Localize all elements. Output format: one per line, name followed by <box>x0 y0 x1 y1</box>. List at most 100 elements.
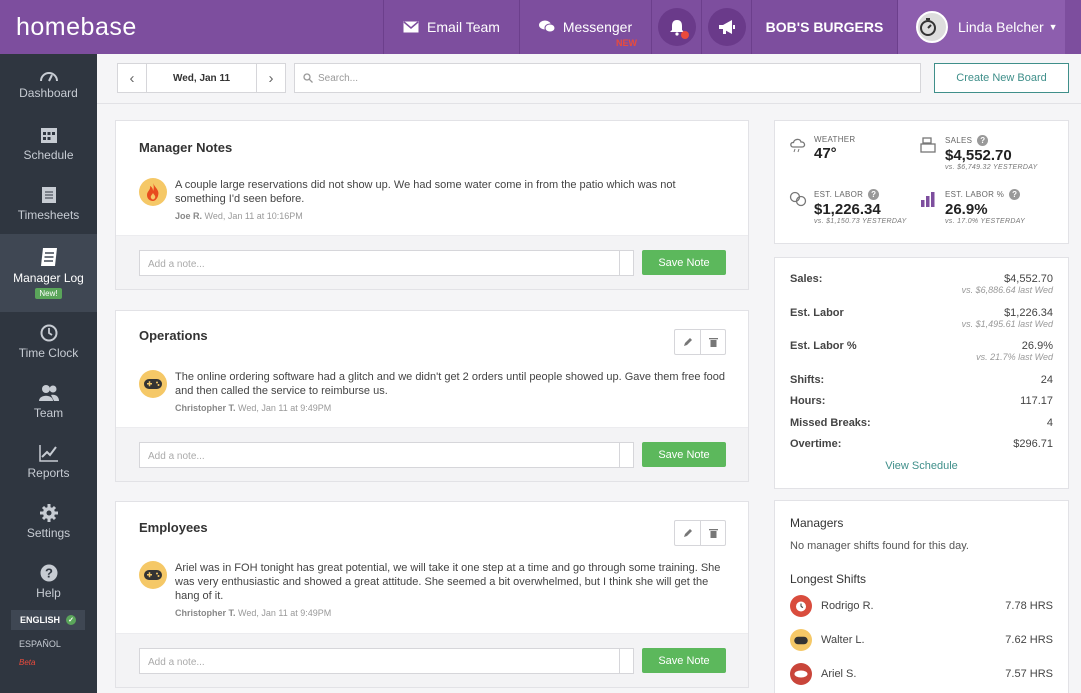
labor-comparison: vs. $1,150.73 YESTERDAY <box>814 218 907 225</box>
row-value: 4 <box>1046 417 1053 429</box>
sidebar-item-label: Team <box>33 406 64 420</box>
prev-day-button[interactable]: ‹ <box>118 64 146 92</box>
sidebar-item-label: Reports <box>27 466 70 480</box>
email-team-button[interactable]: Email Team <box>383 0 519 54</box>
messenger-button[interactable]: Messenger NEW <box>519 0 651 54</box>
dashboard-icon <box>39 72 58 82</box>
board-manager-notes: Manager Notes A couple large reservation… <box>115 120 749 290</box>
note-item: Ariel was in FOH tonight has great poten… <box>139 561 728 618</box>
save-note-button[interactable]: Save Note <box>642 442 726 467</box>
help-icon[interactable]: ? <box>977 135 989 146</box>
shift-row: Rodrigo R. 7.78 HRS <box>790 595 1053 617</box>
resize-handle[interactable] <box>619 649 633 673</box>
megaphone-icon <box>718 20 735 34</box>
note-item: The online ordering software had a glitc… <box>139 370 728 413</box>
help-icon[interactable]: ? <box>868 189 880 200</box>
user-name: Linda Belcher <box>958 19 1044 35</box>
sidebar-item-reports[interactable]: Reports <box>0 432 97 492</box>
labor-label: EST. LABOR <box>814 190 864 199</box>
resize-handle[interactable] <box>619 443 633 467</box>
help-icon[interactable]: ? <box>1009 189 1021 200</box>
summary-card: Sales: $4,552.70 vs. $6,886.64 last Wed Es… <box>774 257 1069 489</box>
business-selector[interactable]: BOB'S BURGERS <box>751 0 897 54</box>
delete-button[interactable] <box>700 330 725 354</box>
shift-hours: 7.62 HRS <box>1005 634 1053 646</box>
note-meta: Joe R. Wed, Jan 11 at 10:16PM <box>175 211 728 221</box>
language-spanish[interactable]: ESPAÑOL <box>19 639 61 649</box>
check-icon: ✓ <box>66 615 77 625</box>
resize-handle[interactable] <box>619 251 633 275</box>
save-note-button[interactable]: Save Note <box>642 250 726 275</box>
shift-hours: 7.57 HRS <box>1005 668 1053 680</box>
sidebar-item-team[interactable]: Team <box>0 372 97 432</box>
register-icon <box>920 137 936 153</box>
notification-dot <box>680 31 689 39</box>
sidebar-item-settings[interactable]: Settings <box>0 492 97 552</box>
top-bar: homebase Email Team Messenger NEW BOB'S … <box>0 0 1081 54</box>
save-note-button[interactable]: Save Note <box>642 648 726 673</box>
row-label: Missed Breaks: <box>790 417 871 429</box>
note-text: The online ordering software had a glitc… <box>175 371 725 397</box>
note-meta: Christopher T. Wed, Jan 11 at 9:49PM <box>175 608 728 618</box>
board-actions <box>674 520 726 546</box>
note-text: A couple large reservations did not show… <box>175 179 676 205</box>
labor-value: $1,226.34 <box>814 201 881 218</box>
shift-row: Ariel S. 7.57 HRS <box>790 663 1053 685</box>
clock-icon <box>40 324 57 342</box>
search-input[interactable]: Search... <box>294 63 921 93</box>
stopwatch-icon <box>920 18 936 36</box>
sidebar-item-label: Settings <box>26 526 71 540</box>
edit-button[interactable] <box>675 521 700 545</box>
note-input[interactable]: Add a note... <box>139 250 634 276</box>
sidebar-item-manager-log[interactable]: Manager Log New! <box>0 234 97 312</box>
sidebar-item-label: Manager Log <box>13 271 84 285</box>
edit-button[interactable] <box>675 330 700 354</box>
labor-pct-comparison: vs. 17.0% YESTERDAY <box>945 218 1026 225</box>
timesheet-icon <box>41 187 56 203</box>
sidebar-item-schedule[interactable]: Schedule <box>0 114 97 174</box>
avatar <box>139 370 167 398</box>
board-operations: Operations The online ordering software … <box>115 310 749 482</box>
reports-icon <box>38 445 58 462</box>
current-date[interactable]: Wed, Jan 11 <box>146 64 257 92</box>
search-icon <box>303 73 313 83</box>
note-composer: Add a note... Save Note <box>116 235 748 289</box>
create-board-button[interactable]: Create New Board <box>934 63 1069 93</box>
sidebar-item-help[interactable]: ? Help <box>0 552 97 612</box>
note-author: Christopher T. <box>175 403 236 413</box>
search-placeholder: Search... <box>318 72 359 84</box>
avatar <box>139 178 167 206</box>
sidebar: Dashboard Schedule Timesheets Manager Lo… <box>0 54 97 693</box>
announcements-button[interactable] <box>701 0 751 54</box>
row-comparison: vs. $1,495.61 last Wed <box>961 319 1053 329</box>
note-text: Ariel was in FOH tonight has great poten… <box>175 562 721 602</box>
notifications-button[interactable] <box>651 0 701 54</box>
delete-button[interactable] <box>700 521 725 545</box>
shift-name: Rodrigo R. <box>821 600 874 612</box>
board-title: Employees <box>139 520 208 535</box>
summary-row: Shifts: 24 <box>790 374 1053 386</box>
lips-icon <box>794 670 808 678</box>
note-input[interactable]: Add a note... <box>139 442 634 468</box>
sidebar-item-dashboard[interactable]: Dashboard <box>0 54 97 114</box>
managers-card: Managers No manager shifts found for thi… <box>774 500 1069 693</box>
email-team-label: Email Team <box>427 19 500 35</box>
note-input[interactable]: Add a note... <box>139 648 634 674</box>
avatar <box>790 663 812 685</box>
sidebar-item-time-clock[interactable]: Time Clock <box>0 312 97 372</box>
alarm-clock-icon <box>796 601 806 612</box>
logo[interactable]: homebase <box>0 0 383 54</box>
sidebar-item-timesheets[interactable]: Timesheets <box>0 174 97 234</box>
shift-name: Ariel S. <box>821 668 857 680</box>
row-value: 117.17 <box>1020 395 1053 407</box>
row-label: Est. Labor % <box>790 340 857 352</box>
view-schedule-link[interactable]: View Schedule <box>775 460 1068 472</box>
summary-row: Est. Labor % 26.9% vs. 21.7% last Wed <box>790 340 1053 362</box>
next-day-button[interactable]: › <box>257 64 285 92</box>
new-badge: New! <box>35 288 62 299</box>
language-english[interactable]: ENGLISH ✓ <box>11 610 85 630</box>
row-comparison: vs. 21.7% last Wed <box>976 352 1053 362</box>
language-label: ENGLISH <box>20 615 61 625</box>
sidebar-item-label: Schedule <box>23 148 74 162</box>
user-menu[interactable]: Linda Belcher ▼ <box>897 0 1065 54</box>
